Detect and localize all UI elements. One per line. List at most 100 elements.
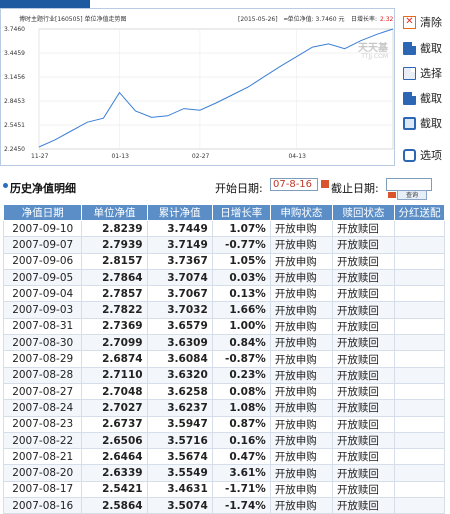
table-row: 2007-09-03 2.7822 3.7032 1.66% 开放申购 开放赎回 bbox=[2, 301, 445, 319]
cell-redeem-status: 开放赎回 bbox=[331, 382, 396, 401]
cell-cumulative-nav: 3.6258 bbox=[146, 382, 213, 401]
calendar-icon[interactable] bbox=[321, 180, 329, 188]
cell-daily-growth: 0.16% bbox=[211, 431, 271, 450]
cell-cumulative-nav: 3.5716 bbox=[146, 431, 213, 450]
cell-purchase-status: 开放申购 bbox=[269, 431, 333, 450]
chart-y-tick-label: 2.2450 bbox=[4, 146, 25, 153]
menu-item-capture-2[interactable]: 截取 bbox=[403, 87, 442, 109]
cell-cumulative-nav: 3.5947 bbox=[146, 415, 213, 433]
cell-date: 2007-08-28 bbox=[2, 366, 83, 384]
document-icon bbox=[403, 41, 416, 55]
cell-daily-growth: 0.03% bbox=[211, 268, 271, 287]
cell-date: 2007-09-05 bbox=[2, 268, 83, 287]
cell-date: 2007-08-29 bbox=[2, 350, 83, 368]
chart-date: [2015-05-26] bbox=[238, 16, 278, 23]
chart-series-line bbox=[38, 28, 394, 148]
table-row: 2007-08-22 2.6506 3.5716 0.16% 开放申购 开放赎回 bbox=[2, 431, 445, 450]
cell-dividend bbox=[394, 448, 445, 466]
cell-redeem-status: 开放赎回 bbox=[331, 366, 396, 384]
table-row: 2007-08-16 2.5864 3.5074 -1.74% 开放申购 开放赎回 bbox=[2, 497, 445, 514]
cell-unit-nav: 2.6874 bbox=[81, 350, 148, 368]
query-button[interactable]: 查询 bbox=[397, 190, 427, 200]
cell-purchase-status: 开放申购 bbox=[269, 497, 333, 514]
cell-redeem-status: 开放赎回 bbox=[331, 399, 396, 417]
cell-unit-nav: 2.7110 bbox=[81, 366, 148, 384]
menu-item-select[interactable]: 选择 bbox=[403, 62, 442, 84]
cell-dividend bbox=[394, 252, 445, 270]
chart-x-tick-label: 04-13 bbox=[288, 153, 306, 160]
cell-cumulative-nav: 3.6320 bbox=[146, 366, 213, 384]
menu-item-clear[interactable]: ✕ 清除 bbox=[403, 11, 442, 33]
cell-redeem-status: 开放赎回 bbox=[331, 350, 396, 368]
table-row: 2007-08-24 2.7027 3.6237 1.08% 开放申购 开放赎回 bbox=[2, 399, 445, 417]
cell-redeem-status: 开放赎回 bbox=[331, 285, 396, 303]
context-menu: ✕ 清除 截取 选择 截取 截取 选项 bbox=[401, 8, 450, 166]
cell-purchase-status: 开放申购 bbox=[269, 415, 333, 433]
start-date-input[interactable]: 07-8-16 bbox=[270, 178, 318, 191]
chart-y-tick-label: 3.1456 bbox=[4, 74, 25, 81]
menu-item-capture-3[interactable]: 截取 bbox=[403, 112, 442, 134]
cell-cumulative-nav: 3.6579 bbox=[146, 317, 213, 336]
cell-cumulative-nav: 3.5674 bbox=[146, 448, 213, 466]
chart-title: 博时主题行业[160505] 单位净值走势图 bbox=[19, 15, 127, 23]
cell-unit-nav: 2.7864 bbox=[81, 268, 148, 287]
chart-legend-growth-label: 日增长率: bbox=[351, 15, 377, 23]
table-row: 2007-09-04 2.7857 3.7067 0.13% 开放申购 开放赎回 bbox=[2, 285, 445, 303]
cell-redeem-status: 开放赎回 bbox=[331, 480, 396, 499]
table-header-row: 净值日期 单位净值 累计净值 日增长率 申购状态 赎回状态 分红送配 bbox=[2, 204, 445, 221]
cell-dividend bbox=[394, 399, 445, 417]
chart-legend-growth-value: 2.32 bbox=[380, 16, 394, 23]
cell-purchase-status: 开放申购 bbox=[269, 236, 333, 254]
table-body: 2007-09-10 2.8239 3.7449 1.07% 开放申购 开放赎回 2007-… bbox=[2, 219, 445, 514]
menu-item-options[interactable]: 选项 bbox=[403, 144, 442, 166]
chart-y-tick-label: 2.5451 bbox=[4, 122, 25, 129]
cell-unit-nav: 2.6506 bbox=[81, 431, 148, 450]
cell-purchase-status: 开放申购 bbox=[269, 252, 333, 270]
chart-y-axis: 3.7460 3.4459 3.1456 2.8453 2.5451 2.2450 bbox=[4, 26, 25, 153]
cell-daily-growth: -0.87% bbox=[211, 350, 271, 368]
cell-dividend bbox=[394, 301, 445, 319]
calendar-icon[interactable] bbox=[388, 192, 396, 198]
table-row: 2007-08-21 2.6464 3.5674 0.47% 开放申购 开放赎回 bbox=[2, 448, 445, 466]
cell-date: 2007-08-21 bbox=[2, 448, 83, 466]
cell-dividend bbox=[394, 219, 445, 238]
table-row: 2007-08-29 2.6874 3.6084 -0.87% 开放申购 开放赎回 bbox=[2, 350, 445, 368]
cell-unit-nav: 2.7857 bbox=[81, 285, 148, 303]
document-icon bbox=[403, 91, 416, 105]
cell-cumulative-nav: 3.7067 bbox=[146, 285, 213, 303]
cell-cumulative-nav: 3.7449 bbox=[146, 219, 213, 238]
nav-history-table: 净值日期 单位净值 累计净值 日增长率 申购状态 赎回状态 分红送配 2007-… bbox=[2, 204, 445, 514]
table-row: 2007-08-30 2.7099 3.6309 0.84% 开放申购 开放赎回 bbox=[2, 334, 445, 352]
cell-unit-nav: 2.7369 bbox=[81, 317, 148, 336]
cell-unit-nav: 2.7939 bbox=[81, 236, 148, 254]
cell-purchase-status: 开放申购 bbox=[269, 464, 333, 482]
start-date-label: 开始日期: bbox=[215, 182, 263, 195]
table-row: 2007-09-05 2.7864 3.7074 0.03% 开放申购 开放赎回 bbox=[2, 268, 445, 287]
menu-item-label: 清除 bbox=[420, 16, 442, 29]
chart-y-tick-label: 3.4459 bbox=[4, 50, 25, 57]
cell-redeem-status: 开放赎回 bbox=[331, 464, 396, 482]
end-date-label: 截止日期: bbox=[331, 182, 379, 195]
menu-item-capture-1[interactable]: 截取 bbox=[403, 37, 442, 59]
cell-unit-nav: 2.7027 bbox=[81, 399, 148, 417]
table-row: 2007-09-07 2.7939 3.7149 -0.77% 开放申购 开放赎回 bbox=[2, 236, 445, 254]
col-header-cumulative-nav: 累计净值 bbox=[146, 204, 213, 221]
table-row: 2007-08-28 2.7110 3.6320 0.23% 开放申购 开放赎回 bbox=[2, 366, 445, 384]
bullet-icon bbox=[3, 183, 8, 188]
cell-daily-growth: 3.61% bbox=[211, 464, 271, 482]
col-header-purchase-status: 申购状态 bbox=[269, 204, 333, 221]
top-tab-strip bbox=[0, 0, 90, 8]
table-row: 2007-08-23 2.6737 3.5947 0.87% 开放申购 开放赎回 bbox=[2, 415, 445, 433]
cell-date: 2007-08-20 bbox=[2, 464, 83, 482]
cell-purchase-status: 开放申购 bbox=[269, 448, 333, 466]
cell-redeem-status: 开放赎回 bbox=[331, 317, 396, 336]
table-row: 2007-08-20 2.6339 3.5549 3.61% 开放申购 开放赎回 bbox=[2, 464, 445, 482]
cell-daily-growth: 0.08% bbox=[211, 382, 271, 401]
cell-cumulative-nav: 3.6084 bbox=[146, 350, 213, 368]
cell-date: 2007-08-17 bbox=[2, 480, 83, 499]
cell-dividend bbox=[394, 285, 445, 303]
chart-x-tick-label: 02-27 bbox=[192, 153, 210, 160]
col-header-daily-growth: 日增长率 bbox=[211, 204, 271, 221]
table-row: 2007-09-10 2.8239 3.7449 1.07% 开放申购 开放赎回 bbox=[2, 219, 445, 238]
cell-cumulative-nav: 3.5074 bbox=[146, 497, 213, 514]
